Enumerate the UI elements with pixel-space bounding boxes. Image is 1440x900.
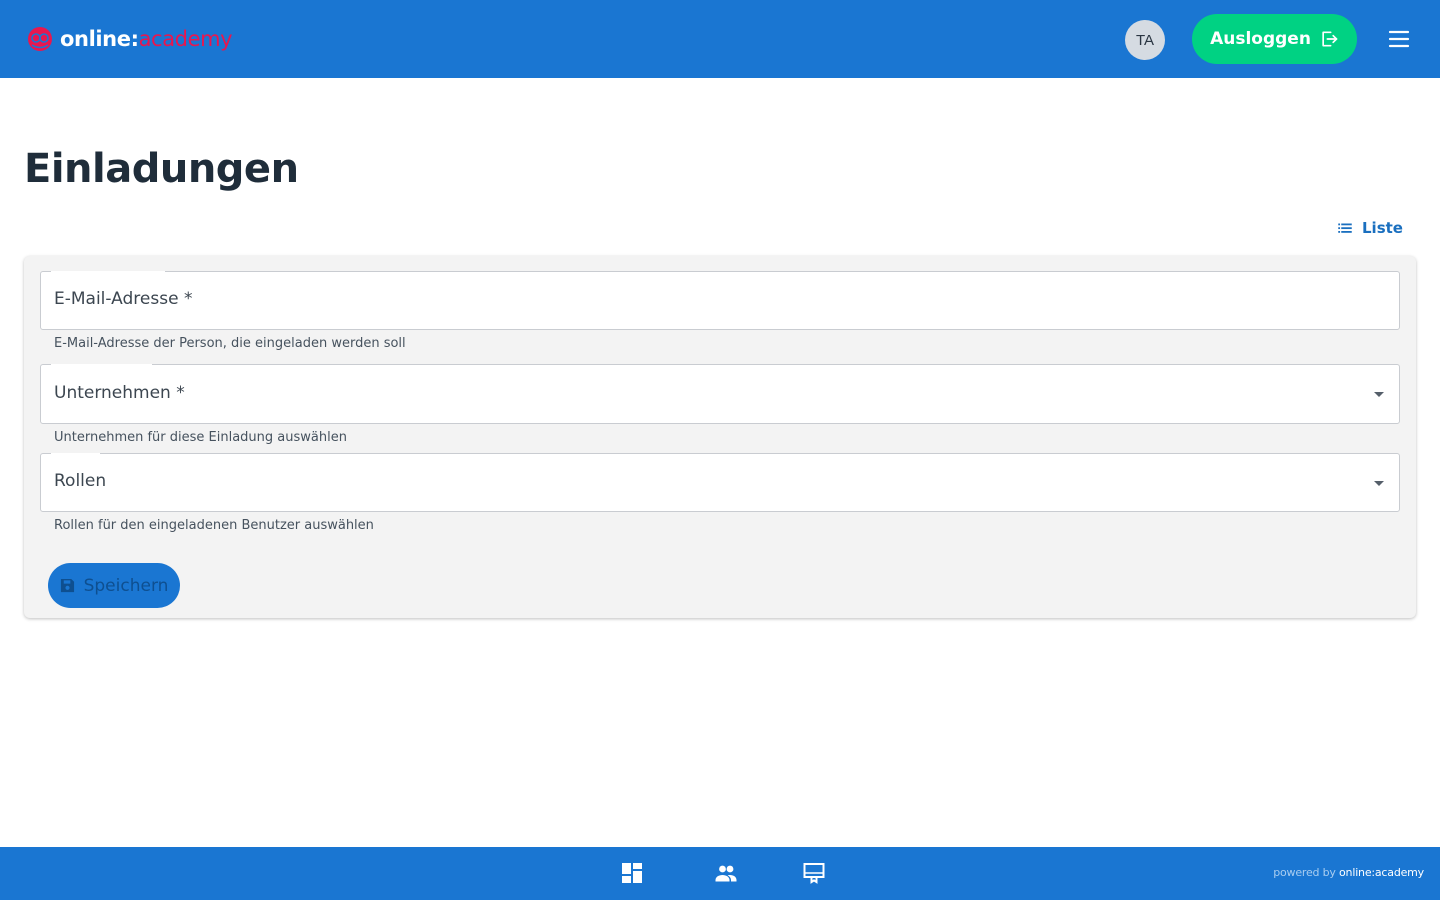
logo-text-main: online [60,27,131,51]
roles-select-helper: Rollen für den eingeladenen Benutzer aus… [54,518,374,533]
logo-text: online:academy [60,25,233,53]
app-logo[interactable]: online:academy [26,24,233,54]
user-avatar[interactable]: TA [1125,20,1165,60]
company-select[interactable]: Unternehmen * [40,364,1400,424]
email-field-label: E-Mail-Adresse * [54,289,193,309]
save-button-label: Speichern [83,575,169,596]
logout-icon [1322,31,1338,47]
company-select-helper: Unternehmen für diese Einladung auswähle… [54,430,347,445]
hamburger-menu-icon[interactable] [1386,26,1412,52]
list-view-link-label: Liste [1362,219,1403,237]
roles-select[interactable]: Rollen [40,453,1400,512]
list-view-link[interactable]: Liste [1336,216,1403,240]
logo-text-separator: : [130,27,139,51]
page-title: Einladungen [24,146,299,192]
top-navigation-bar: online:academy TA Ausloggen [0,0,1440,78]
invitation-form-card: E-Mail-Adresse * E-Mail-Adresse der Pers… [24,256,1416,618]
list-icon [1338,223,1352,233]
logout-button-label: Ausloggen [1210,29,1311,49]
dropdown-arrow-icon [1374,392,1384,397]
powered-by-prefix: powered by [1273,866,1336,879]
logo-mark-icon [28,27,52,51]
save-icon [60,578,74,593]
people-icon[interactable] [714,861,738,885]
email-field-helper: E-Mail-Adresse der Person, die eingelade… [54,336,406,351]
powered-by-credit[interactable]: powered by online:academy [1273,866,1424,879]
dashboard-icon[interactable] [620,861,644,885]
logout-button[interactable]: Ausloggen [1192,14,1357,64]
powered-by-brand: online:academy [1339,866,1424,879]
logo-text-accent: academy [138,27,233,51]
save-button[interactable]: Speichern [48,563,180,608]
bottom-navigation-bar: powered by online:academy [0,847,1440,900]
company-select-label: Unternehmen * [54,383,185,403]
dropdown-arrow-icon [1374,481,1384,486]
roles-select-label: Rollen [54,471,107,491]
presentation-icon[interactable] [802,861,826,885]
email-field[interactable]: E-Mail-Adresse * [40,271,1400,330]
